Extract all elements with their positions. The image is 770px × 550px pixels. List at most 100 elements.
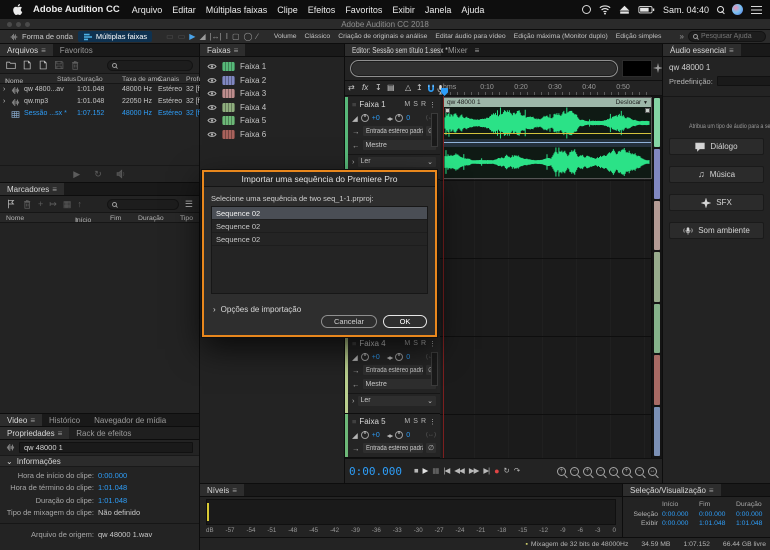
slip-tool[interactable]: |↔| [210, 33, 222, 41]
selecao-fim[interactable]: 0:00.000 [699, 511, 736, 518]
metronome-icon[interactable]: △ [405, 84, 411, 92]
zoom-out-button[interactable]: − [570, 467, 579, 476]
menu-multiplas-faixas[interactable]: Múltiplas faixas [206, 5, 268, 15]
visibility-eye-icon[interactable] [207, 63, 217, 70]
audio-type-button-dialogo[interactable]: Diálogo [669, 138, 764, 155]
open-file-icon[interactable] [6, 60, 16, 70]
import-markers-icon[interactable]: ↑ [77, 200, 82, 209]
wifi-icon[interactable] [599, 3, 611, 16]
track-color-segment[interactable] [654, 355, 660, 404]
audio-type-button-sfx[interactable]: SFX [669, 194, 764, 211]
track-list-item[interactable]: Faixa 3 [200, 87, 344, 101]
file-row-session[interactable]: Sessão ...sx * 1:07.152 48000 Hz Estéreo… [0, 108, 199, 120]
tab-propriedades[interactable]: Propriedades≡ [0, 427, 69, 439]
exibir-inicio[interactable]: 0:00.000 [662, 520, 699, 527]
arm-record-button[interactable]: R [421, 101, 426, 108]
tab-audio-essencial[interactable]: Áudio essencial≡ [663, 44, 741, 56]
window-controls[interactable] [7, 22, 30, 27]
razor-tool[interactable]: ◢ [199, 33, 205, 41]
pan-knob[interactable] [395, 353, 403, 361]
col-duracao[interactable]: Duração [77, 76, 103, 83]
menu-exibir[interactable]: Exibir [392, 5, 415, 15]
visibility-eye-icon[interactable] [207, 77, 217, 84]
track-list-item[interactable]: Faixa 1 [200, 60, 344, 74]
minimize-window-icon[interactable] [16, 22, 21, 27]
transport-time[interactable]: 0:00.000 [349, 465, 402, 478]
track-meter-icon[interactable]: ▤ [387, 84, 395, 92]
clip-header[interactable]: qw 48000 1 Deslocar ▼ [444, 98, 651, 107]
sequence-list[interactable]: Sequence 02Sequence 02Sequence 02 [211, 206, 428, 294]
exibir-fim[interactable]: 1:01.048 [699, 520, 736, 527]
solo-button[interactable]: S [413, 101, 418, 108]
panel-menu-icon[interactable]: ≡ [41, 46, 46, 55]
track-list-item[interactable]: Faixa 5 [200, 114, 344, 128]
sequence-list-item[interactable]: Sequence 02 [212, 220, 427, 233]
help-search-box[interactable] [688, 31, 766, 42]
status-menu-icon[interactable] [582, 5, 591, 14]
help-search-input[interactable] [701, 33, 761, 40]
merge-markers-icon[interactable]: + [38, 200, 43, 209]
ok-button[interactable]: OK [383, 315, 427, 328]
audio-clip[interactable]: qw 48000 1 Deslocar ▼ [443, 97, 652, 179]
track-color-segment[interactable] [654, 98, 660, 147]
track-color-segment[interactable] [654, 252, 660, 301]
multitrack-view-button[interactable]: Múltiplas faixas [78, 31, 152, 42]
sequence-list-item[interactable]: Sequence 02 [212, 207, 427, 220]
navigator-settings-icon[interactable] [653, 63, 663, 73]
zoom-in-time-button[interactable]: + [583, 467, 592, 476]
menu-editar[interactable]: Editar [172, 5, 196, 15]
paintbrush-tool[interactable]: ∕ [257, 33, 258, 41]
panel-menu-icon[interactable]: ≡ [52, 185, 57, 194]
automation-mode-selector[interactable]: Ler⌄ [358, 396, 437, 406]
drag-grip-icon[interactable]: ≡ [352, 417, 356, 426]
volume-value[interactable]: +0 [372, 432, 380, 439]
pan-envelope-line[interactable] [444, 142, 651, 143]
tab-favoritos[interactable]: Favoritos [53, 44, 100, 56]
delete-marker-icon[interactable] [22, 199, 32, 209]
zoom-out-time-button[interactable]: − [596, 467, 605, 476]
automation-mode-selector[interactable]: Ler⌄ [358, 157, 437, 167]
zoom-in-vertical-button[interactable]: + [622, 467, 631, 476]
track-name[interactable]: Faixa 4 [359, 339, 385, 348]
fade-in-handle[interactable] [445, 108, 450, 113]
move-tool[interactable]: ▶ [189, 33, 195, 41]
workspace-tab-criacao-de-originais-e-analise[interactable]: Criação de originais e análise [334, 33, 431, 40]
zoom-out-vertical-button[interactable]: − [635, 467, 644, 476]
col-duracao[interactable]: Duração [138, 215, 164, 222]
track-color-segment[interactable] [654, 407, 660, 456]
disclosure-icon[interactable]: › [3, 98, 5, 105]
go-to-end-button[interactable]: ▶| [483, 467, 489, 475]
go-to-start-button[interactable]: |◀ [444, 467, 450, 475]
save-icon[interactable] [54, 60, 64, 70]
audio-type-button-musica[interactable]: ♫Música [669, 166, 764, 183]
battery-icon[interactable] [638, 3, 655, 16]
output-selector[interactable]: Mestre› [363, 379, 437, 389]
automation-disclosure-icon[interactable]: › [352, 157, 355, 166]
more-options-icon[interactable]: ⋮ [429, 340, 436, 348]
panel-menu-icon[interactable]: ≡ [30, 416, 35, 425]
mute-button[interactable]: M [404, 101, 410, 108]
panel-menu-icon[interactable]: ≡ [234, 46, 239, 55]
link-icon[interactable]: (↔) [426, 432, 436, 438]
files-search-input[interactable] [120, 62, 188, 69]
insert-marker-icon[interactable]: ↦ [49, 200, 57, 209]
tab-niveis[interactable]: Níveis≡ [200, 484, 244, 496]
drag-grip-icon[interactable]: ≡ [352, 100, 356, 109]
files-search-box[interactable] [107, 60, 193, 71]
skip-selection-button[interactable]: ↷ [514, 467, 519, 475]
tab-navegador-midia[interactable]: Navegador de mídia [87, 414, 173, 426]
panel-menu-icon[interactable]: ≡ [475, 46, 480, 55]
panel-menu-icon[interactable]: ≡ [232, 486, 237, 495]
drag-grip-icon[interactable]: ≡ [352, 339, 356, 348]
volume-knob[interactable] [361, 431, 369, 439]
menu-efeitos[interactable]: Efeitos [308, 5, 336, 15]
workspace-tab-classico[interactable]: Clássico [301, 33, 335, 40]
markers-column-headers[interactable]: Nome Início ↑ Fim Duração Tipo [0, 212, 199, 223]
fx-icon[interactable]: fx [362, 84, 368, 92]
track-color-segment[interactable] [654, 201, 660, 250]
siri-icon[interactable] [732, 4, 743, 15]
preview-play-icon[interactable]: ▶ [73, 170, 80, 179]
export-markers-icon[interactable]: ▦ [63, 200, 72, 209]
zoom-in-button[interactable]: + [557, 467, 566, 476]
exibir-duracao[interactable]: 1:01.048 [736, 520, 770, 527]
